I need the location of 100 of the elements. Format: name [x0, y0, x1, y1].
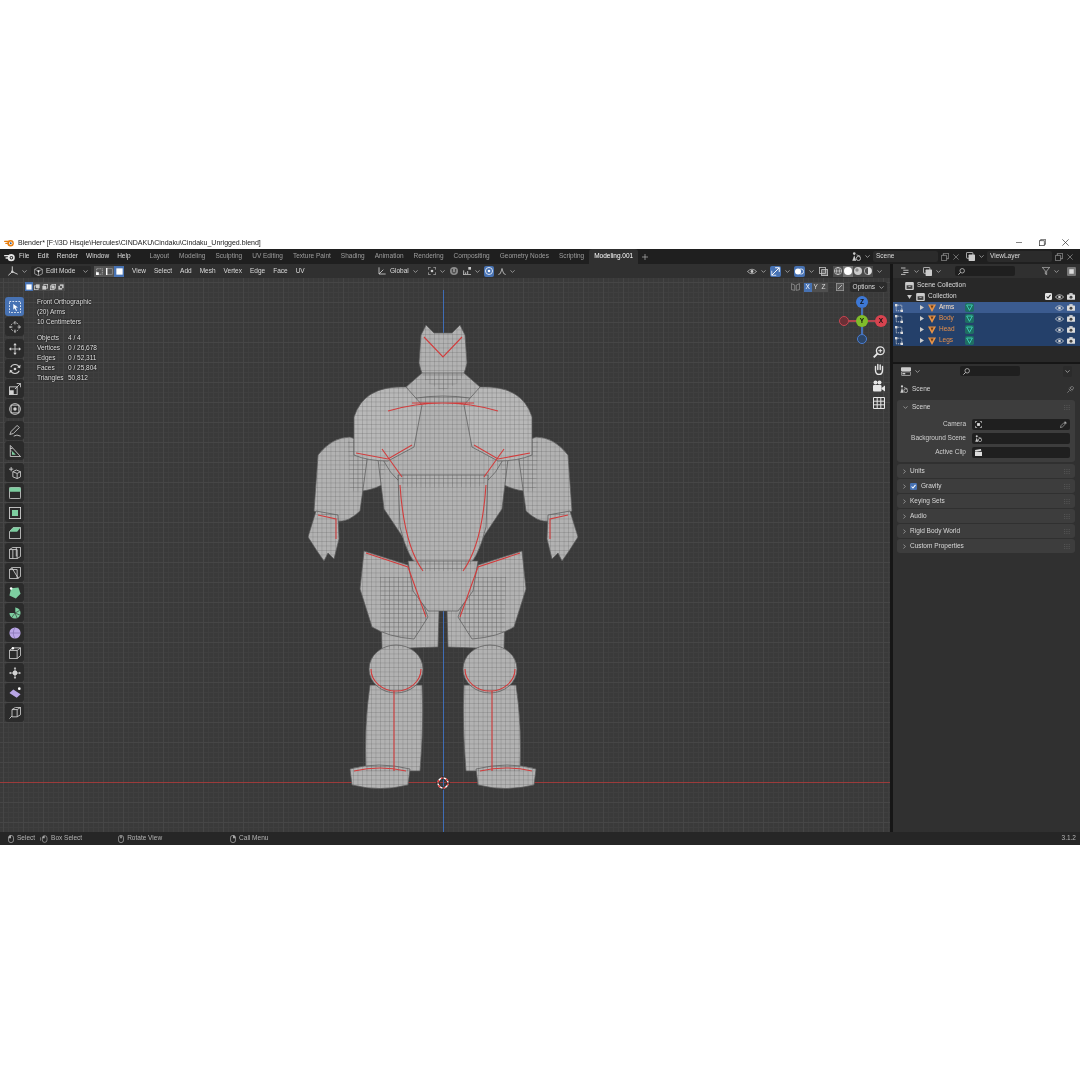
eye-icon[interactable]	[1055, 337, 1064, 344]
panels-icon[interactable]	[901, 366, 911, 376]
eye-icon[interactable]	[1055, 315, 1064, 322]
tool-button[interactable]	[5, 339, 24, 358]
triangle-tile-icon[interactable]	[965, 314, 974, 323]
peak-curve-icon[interactable]	[497, 267, 506, 275]
filled-square-icon[interactable]	[1067, 266, 1076, 276]
tool-button[interactable]	[5, 563, 24, 582]
clip-field[interactable]	[972, 446, 1070, 458]
options-dropdown[interactable]	[1063, 365, 1072, 377]
select-mode-button[interactable]	[104, 265, 114, 277]
x-icon[interactable]	[953, 253, 959, 260]
pin-icon[interactable]	[1067, 385, 1074, 393]
copy-icon[interactable]	[941, 252, 949, 261]
tool-button[interactable]	[5, 463, 24, 482]
chevron-right-icon[interactable]	[903, 498, 906, 504]
dotted-square-icon[interactable]	[894, 336, 903, 345]
tool-button[interactable]	[5, 399, 24, 418]
selection-mode-button[interactable]	[57, 282, 65, 291]
slashed-square-icon[interactable]	[835, 283, 844, 291]
search-field[interactable]	[960, 366, 1020, 376]
tool-button[interactable]	[5, 523, 24, 542]
camera-icon[interactable]	[1067, 315, 1075, 322]
object-field[interactable]	[972, 418, 1070, 430]
triangle-tile-icon[interactable]	[965, 336, 974, 345]
eye-icon[interactable]	[1055, 293, 1064, 300]
minimize-icon[interactable]	[1015, 242, 1023, 243]
expand-arrow-icon[interactable]	[919, 327, 924, 332]
overlay-toggle-button[interactable]	[794, 265, 805, 277]
scene-field[interactable]	[972, 432, 1070, 444]
tool-button[interactable]	[5, 441, 24, 460]
shading-mode-button[interactable]	[853, 265, 863, 277]
list-icon[interactable]	[901, 267, 910, 275]
person-circle-icon[interactable]	[852, 252, 861, 261]
gizmo-toggle-button[interactable]	[770, 265, 781, 277]
dotted-square-icon[interactable]	[894, 325, 903, 334]
dotted-square-icon[interactable]	[894, 314, 903, 323]
dotted-square-icon[interactable]	[894, 303, 903, 312]
eyedropper-icon[interactable]	[1060, 420, 1067, 428]
tool-button[interactable]	[5, 359, 24, 378]
shading-mode-button[interactable]	[863, 265, 873, 277]
search-field[interactable]	[955, 266, 1015, 276]
tool-button[interactable]	[5, 543, 24, 562]
filter-icon[interactable]	[1042, 267, 1050, 275]
plus-icon[interactable]	[642, 253, 649, 260]
movie-camera-icon[interactable]	[873, 380, 885, 392]
tool-button[interactable]	[5, 663, 24, 682]
zoom-icon[interactable]	[873, 346, 885, 358]
camera-icon[interactable]	[1067, 326, 1075, 333]
select-mode-button[interactable]	[114, 265, 124, 277]
stacked-squares-icon[interactable]	[966, 252, 975, 261]
grid-icon[interactable]	[873, 397, 885, 409]
tool-button[interactable]	[5, 483, 24, 502]
camera-icon[interactable]	[1067, 304, 1075, 311]
chevron-right-icon[interactable]	[903, 543, 906, 549]
tool-button[interactable]	[5, 503, 24, 522]
tool-button[interactable]	[5, 421, 24, 440]
triangle-tile-icon[interactable]	[965, 303, 974, 312]
eye-icon[interactable]	[747, 267, 757, 275]
copy-icon[interactable]	[1055, 252, 1063, 261]
select-mode-button[interactable]	[94, 265, 104, 277]
restore-icon[interactable]	[1039, 239, 1046, 246]
eye-icon[interactable]	[1055, 326, 1064, 333]
camera-icon[interactable]	[1067, 337, 1075, 344]
shading-mode-button[interactable]	[843, 265, 853, 277]
shading-mode-button[interactable]	[833, 265, 843, 277]
tool-button[interactable]	[5, 703, 24, 722]
chevron-right-icon[interactable]	[903, 468, 906, 474]
blender-logo-icon[interactable]	[4, 251, 15, 262]
expand-arrow-icon[interactable]	[919, 316, 924, 321]
tool-button[interactable]	[5, 643, 24, 662]
checkbox[interactable]	[1045, 293, 1052, 300]
chevron-right-icon[interactable]	[903, 483, 906, 489]
tool-button[interactable]	[5, 297, 24, 316]
triangle-tile-icon[interactable]	[965, 325, 974, 334]
expand-arrow-icon[interactable]	[907, 294, 912, 299]
3d-cursor-icon[interactable]	[436, 776, 450, 790]
snap-toggle-button[interactable]	[448, 265, 459, 277]
tool-button[interactable]	[5, 379, 24, 398]
eye-icon[interactable]	[1055, 304, 1064, 311]
proportional-editing-button[interactable]	[483, 265, 494, 277]
selection-mode-button[interactable]	[25, 282, 33, 291]
hand-icon[interactable]	[873, 363, 885, 375]
tool-button[interactable]	[5, 603, 24, 622]
focus-frame-icon[interactable]	[427, 267, 436, 275]
axes-icon[interactable]	[8, 266, 18, 276]
stacked-squares-icon[interactable]	[923, 266, 932, 276]
chevron-right-icon[interactable]	[903, 528, 906, 534]
close-icon[interactable]	[1062, 239, 1069, 246]
tool-button[interactable]	[5, 583, 24, 602]
expand-arrow-icon[interactable]	[919, 338, 924, 343]
tool-button[interactable]	[5, 317, 24, 336]
tool-button[interactable]	[5, 683, 24, 702]
chevron-right-icon[interactable]	[903, 513, 906, 519]
camera-icon[interactable]	[1067, 293, 1075, 300]
tool-button[interactable]	[5, 623, 24, 642]
x-icon[interactable]	[1067, 253, 1073, 260]
bars-icon[interactable]	[462, 267, 471, 275]
expand-arrow-icon[interactable]	[919, 305, 924, 310]
xray-toggle-button[interactable]	[818, 265, 829, 277]
